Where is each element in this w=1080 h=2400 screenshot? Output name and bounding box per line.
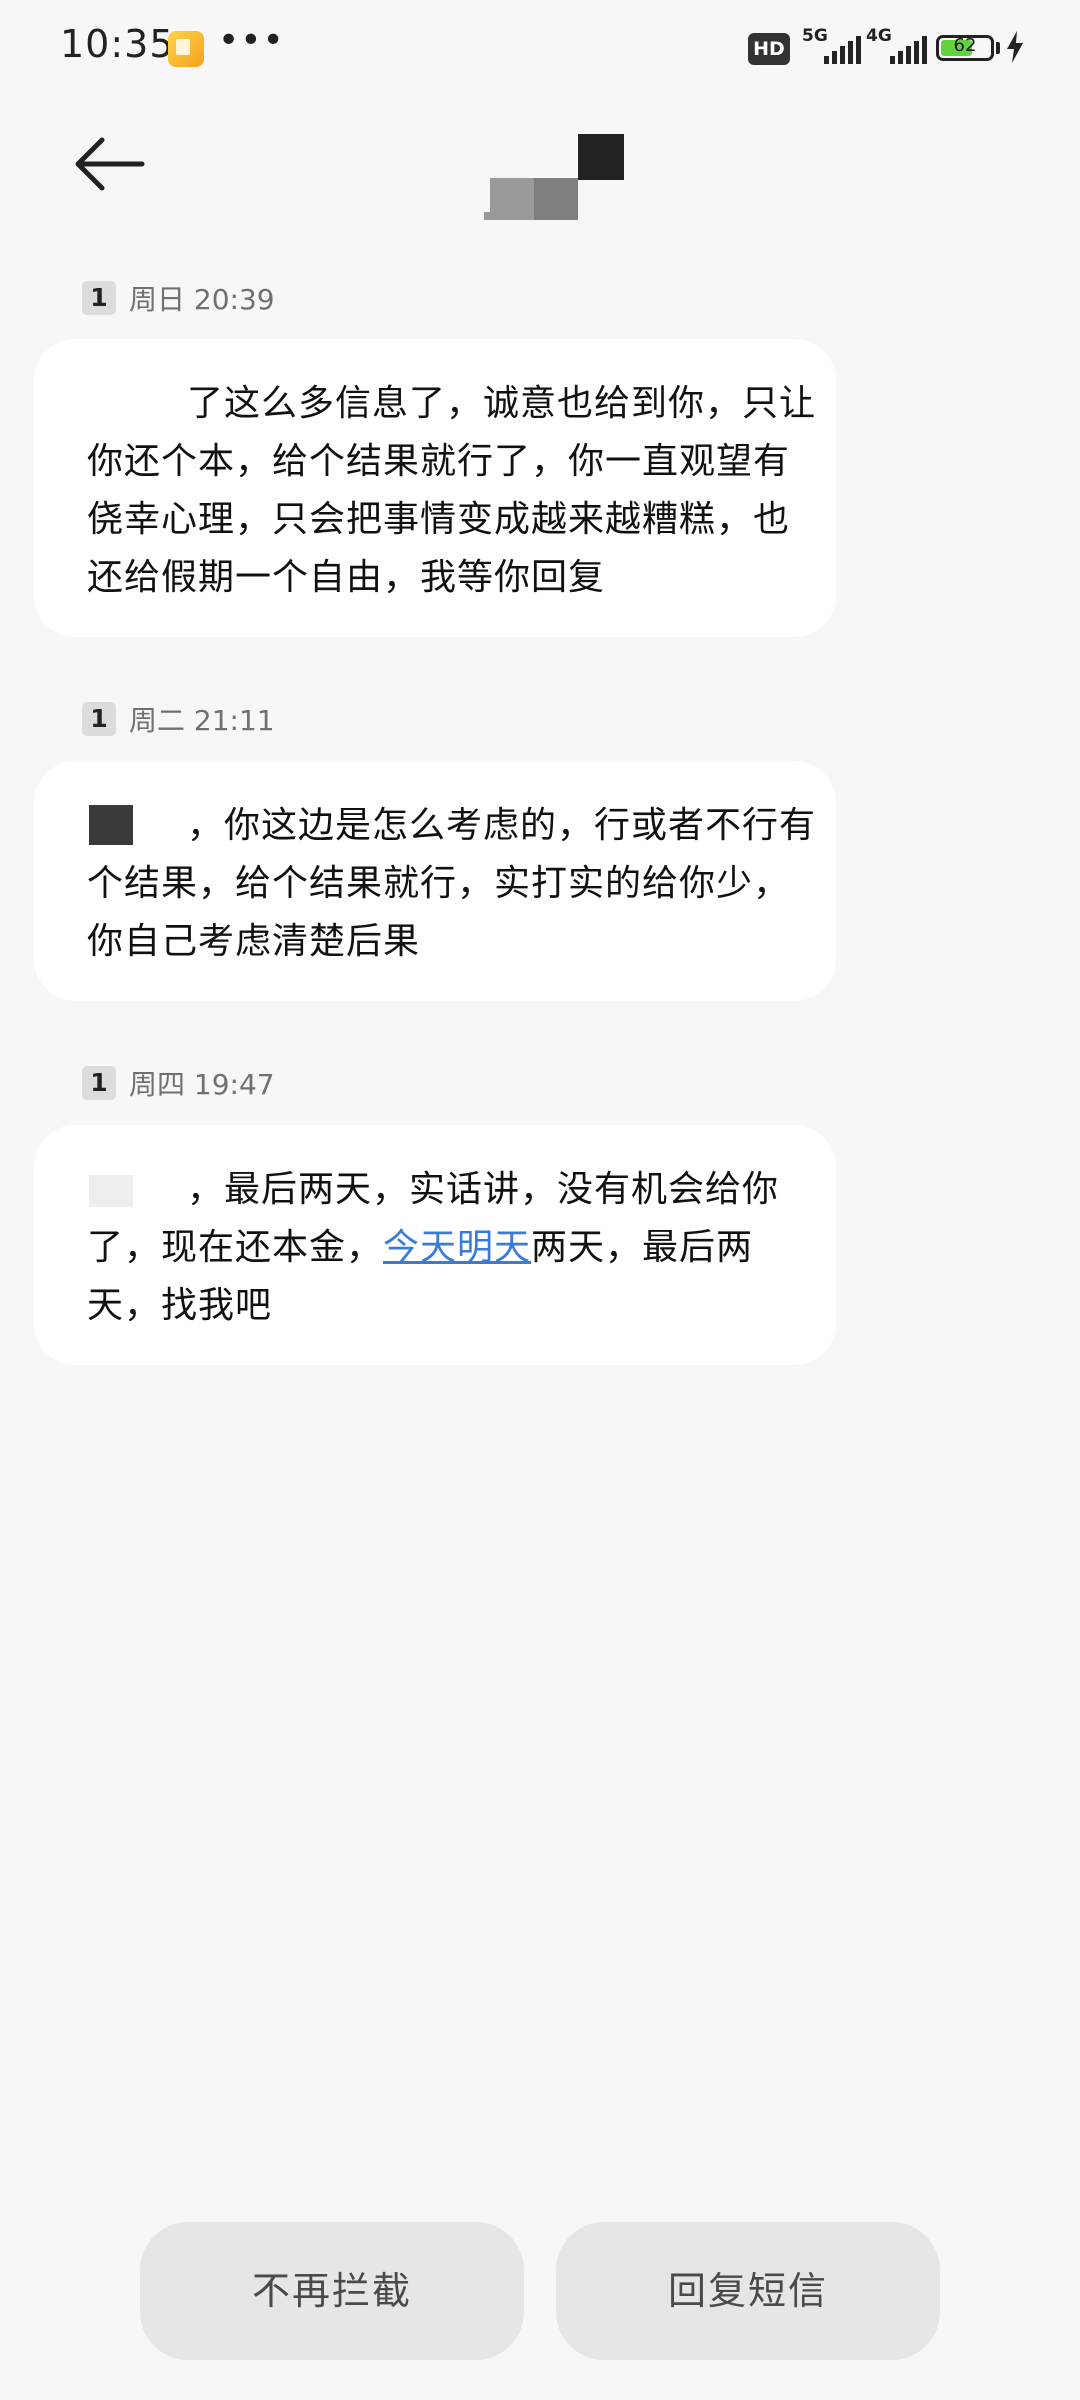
- reply-sms-button[interactable]: 回复短信: [556, 2222, 940, 2360]
- arrow-left-icon: [75, 137, 145, 191]
- battery-level: 62: [953, 35, 977, 56]
- date-link[interactable]: 今天明天: [383, 1227, 531, 1268]
- lightning-bolt-icon: [1007, 31, 1023, 63]
- message-timestamp: 1 周四 19:47: [82, 1063, 275, 1103]
- redaction-block: [490, 178, 534, 220]
- message-time: 周四 19:47: [129, 1068, 275, 1101]
- redaction-block: [534, 178, 578, 220]
- status-bar: 10:35 ••• HD 5G 4G 62: [0, 0, 1080, 100]
- redaction-block: [484, 212, 492, 220]
- message-text: ，最后两天，实话讲，没有机会给你了，现在还本金，今天明天两天，最后两天，找我吧: [87, 1169, 780, 1326]
- message-timestamp: 1 周日 20:39: [82, 278, 275, 318]
- sim-1-icon: 1: [82, 281, 116, 315]
- more-notifications-icon: •••: [218, 20, 285, 61]
- message-text: 了这么多信息了，诚意也给到你，只让你还个本，给个结果就行了，你一直观望有侥幸心理…: [87, 383, 817, 598]
- message-time: 周日 20:39: [129, 283, 275, 316]
- sim-1-icon: 1: [82, 1066, 116, 1100]
- redacted-text: [87, 805, 187, 845]
- signal-1-icon: [824, 36, 861, 64]
- unblock-button[interactable]: 不再拦截: [140, 2222, 524, 2360]
- redacted-text: [87, 1169, 187, 1209]
- redaction-block: [89, 1175, 133, 1207]
- battery-tip: [996, 42, 1000, 54]
- message-time: 周二 21:11: [129, 704, 275, 737]
- battery-icon: 62: [936, 35, 994, 61]
- message-bubble[interactable]: ，最后两天，实话讲，没有机会给你了，现在还本金，今天明天两天，最后两天，找我吧: [34, 1125, 836, 1365]
- contact-avatar-redacted[interactable]: [480, 130, 630, 226]
- network-4g-label: 4G: [866, 26, 892, 46]
- message-bubble[interactable]: ，你这边是怎么考虑的，行或者不行有个结果，给个结果就行，实打实的给你少，你自己考…: [34, 761, 836, 1001]
- signal-2-icon: [890, 36, 927, 64]
- redaction-block: [89, 805, 133, 845]
- redaction-block: [578, 134, 624, 180]
- status-time: 10:35: [60, 22, 175, 66]
- message-text: ，你这边是怎么考虑的，行或者不行有个结果，给个结果就行，实打实的给你少，你自己考…: [87, 805, 817, 962]
- sim-1-icon: 1: [82, 702, 116, 736]
- message-bubble[interactable]: 了这么多信息了，诚意也给到你，只让你还个本，给个结果就行了，你一直观望有侥幸心理…: [34, 339, 836, 637]
- back-button[interactable]: [72, 132, 148, 196]
- hd-voice-icon: HD: [748, 33, 790, 65]
- notes-app-icon: [168, 31, 204, 67]
- message-timestamp: 1 周二 21:11: [82, 699, 275, 739]
